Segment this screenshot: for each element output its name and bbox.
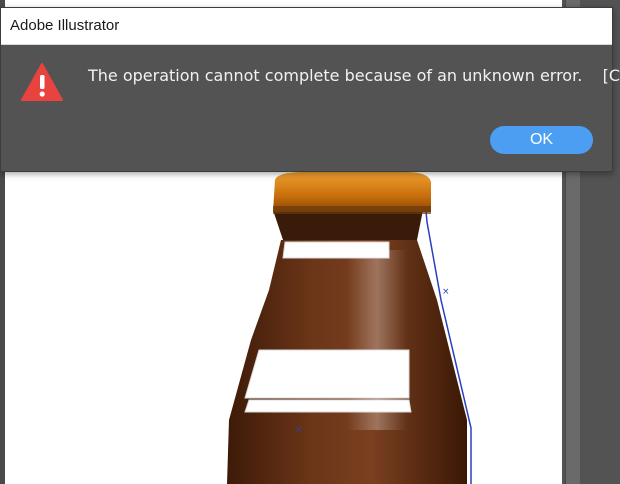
error-message: The operation cannot complete because of… <box>88 66 620 85</box>
dialog-titlebar[interactable]: Adobe Illustrator <box>1 8 612 45</box>
svg-text:×: × <box>295 425 303 435</box>
ok-button[interactable]: OK <box>490 126 593 154</box>
dialog-title: Adobe Illustrator <box>10 17 120 34</box>
warning-icon <box>21 63 63 101</box>
illustrator-workspace: × × Adobe Illustrator The operation cann… <box>0 0 620 484</box>
svg-text:×: × <box>442 287 450 297</box>
error-dialog: Adobe Illustrator The operation cannot c… <box>0 7 620 172</box>
